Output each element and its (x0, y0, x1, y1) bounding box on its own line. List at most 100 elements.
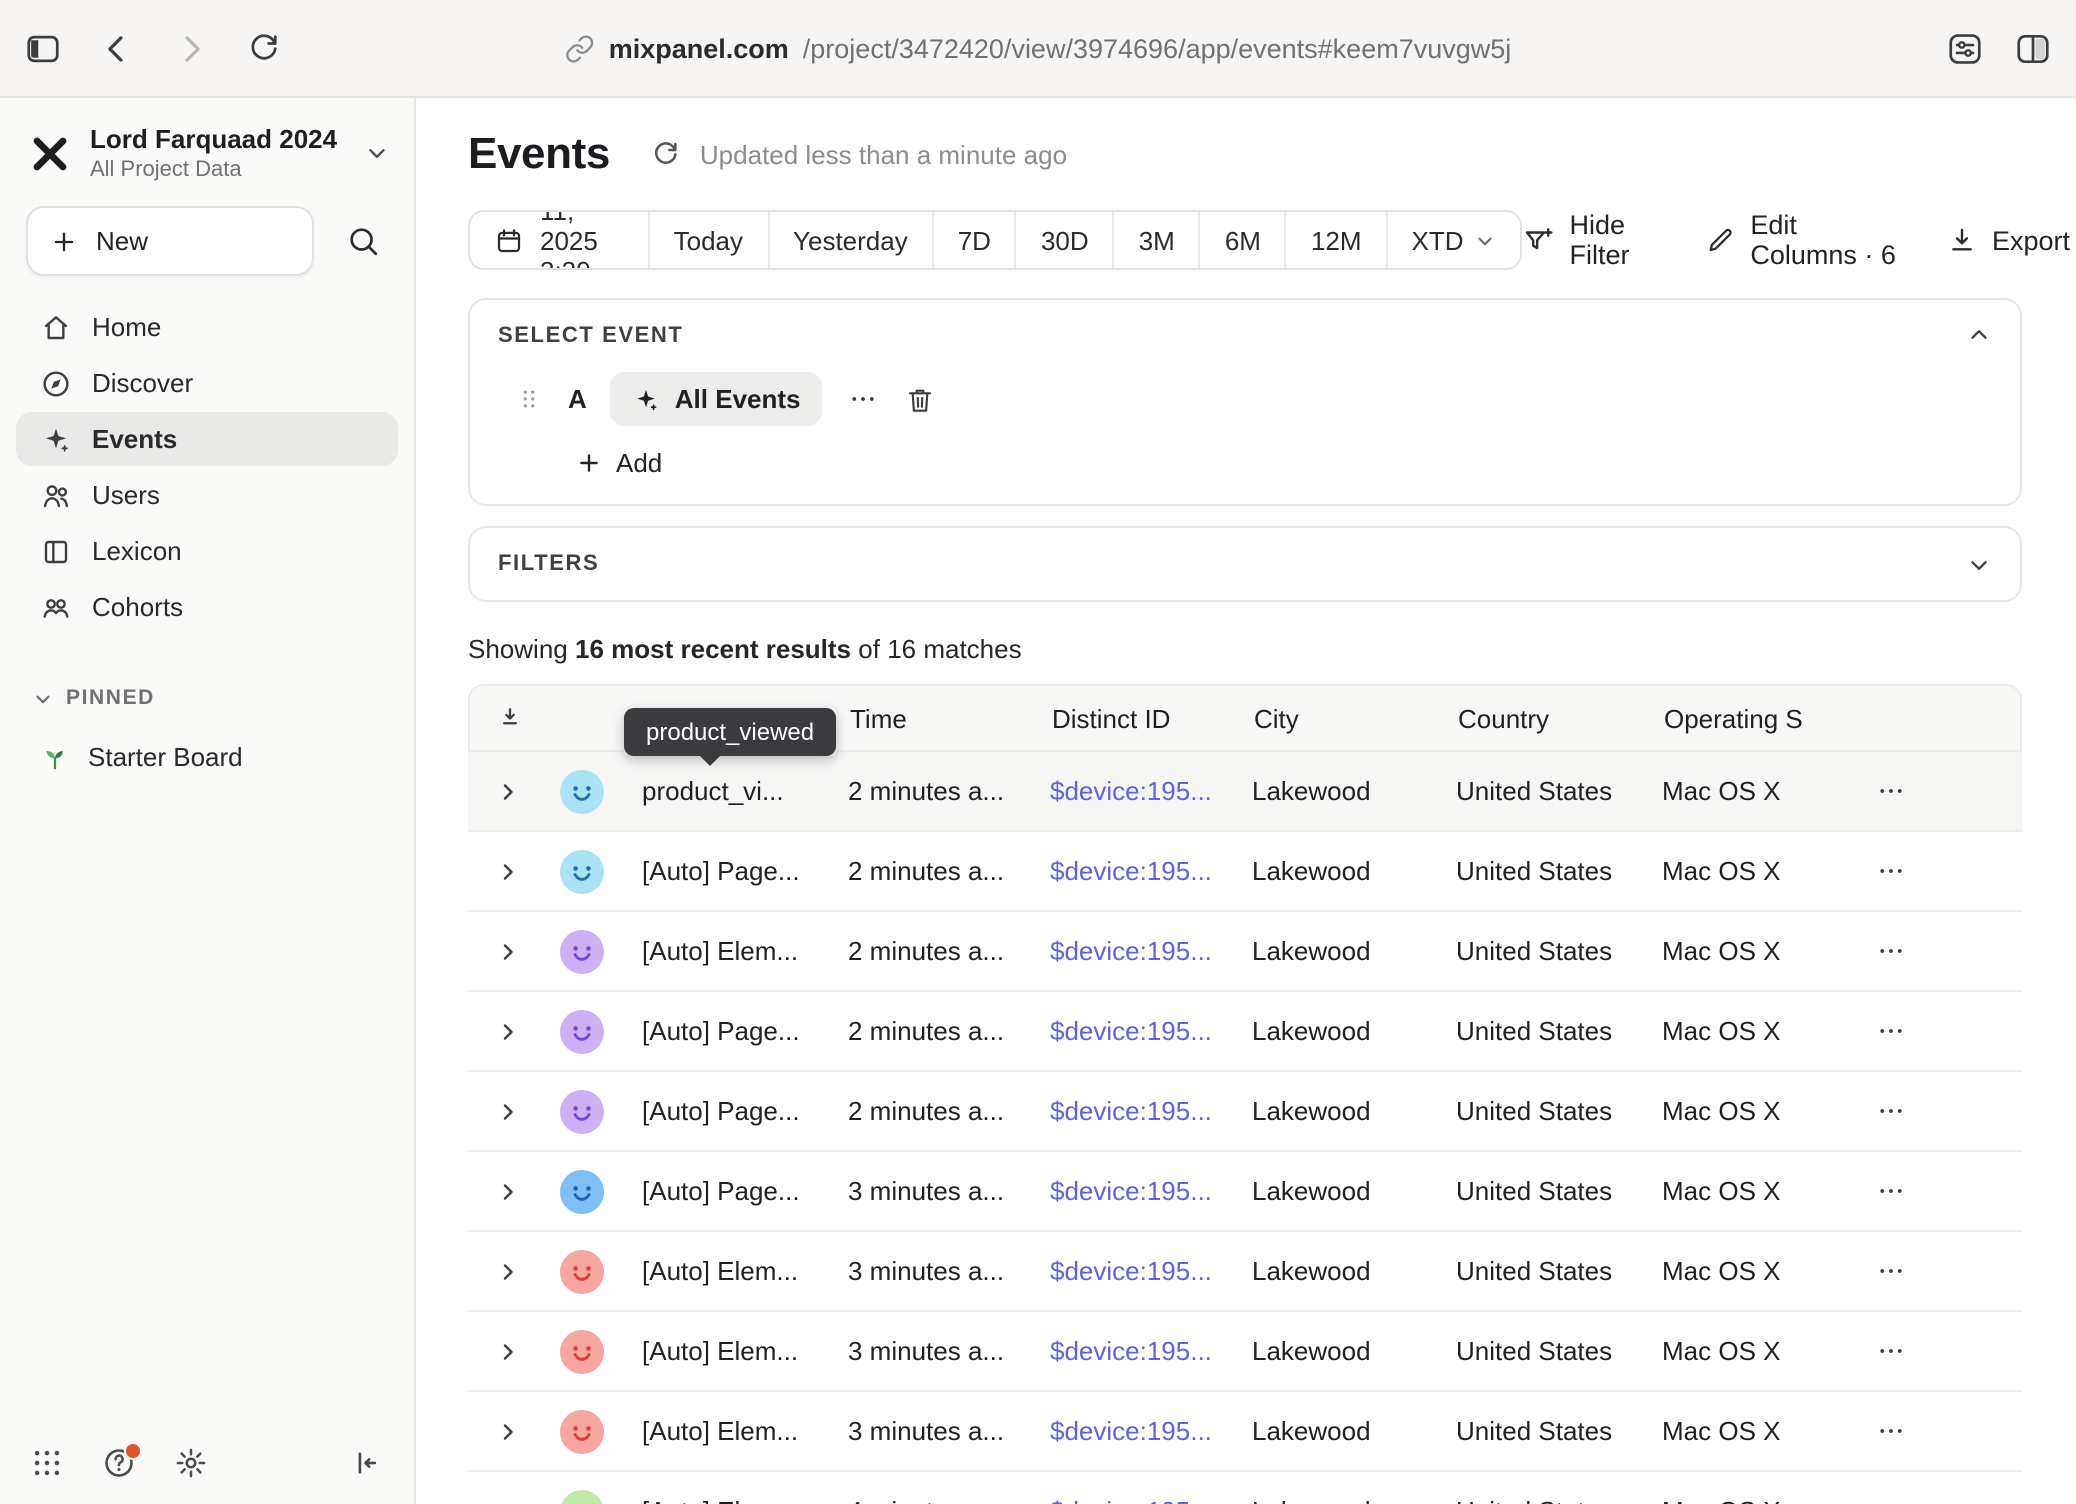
row-actions-button[interactable] (1876, 1176, 1906, 1206)
sidebar-item-cohorts[interactable]: Cohorts (16, 580, 398, 634)
row-actions-button[interactable] (1876, 936, 1906, 966)
apps-grid-icon[interactable] (30, 1445, 64, 1479)
distinct-id-link[interactable]: $device:195... (1024, 1336, 1226, 1366)
event-name[interactable]: [Auto] Page... (616, 1176, 822, 1206)
sidebar-item-discover[interactable]: Discover (16, 356, 398, 410)
distinct-id-link[interactable]: $device:195... (1024, 1416, 1226, 1446)
add-event-button[interactable]: Add (576, 448, 1992, 478)
sidebar-item-lexicon[interactable]: Lexicon (16, 524, 398, 578)
range-12m[interactable]: 12M (1285, 212, 1386, 268)
table-row[interactable]: [Auto] Page... 2 minutes a... $device:19… (468, 1072, 2022, 1152)
row-actions-button[interactable] (1876, 1416, 1906, 1446)
event-name[interactable]: [Auto] Elem... (616, 936, 822, 966)
table-row[interactable]: [Auto] Page... 2 minutes a... $device:19… (468, 992, 2022, 1072)
range-30d[interactable]: 30D (1015, 212, 1113, 268)
table-row[interactable]: [Auto] Page... 3 minutes a... $device:19… (468, 1152, 2022, 1232)
chevron-right-icon[interactable] (496, 1339, 520, 1363)
filters-title: FILTERS (498, 552, 599, 576)
row-actions-button[interactable] (1876, 1256, 1906, 1286)
table-row[interactable]: [Auto] Page... 2 minutes a... $device:19… (468, 832, 2022, 912)
back-icon[interactable] (98, 29, 136, 67)
row-actions-button[interactable] (1876, 1496, 1906, 1504)
row-actions-button[interactable] (1876, 856, 1906, 886)
event-name[interactable]: [Auto] Elem... (616, 1416, 822, 1446)
row-actions-button[interactable] (1876, 1016, 1906, 1046)
chevron-right-icon[interactable] (496, 1099, 520, 1123)
drag-handle-icon[interactable] (514, 384, 544, 414)
new-button[interactable]: New (26, 206, 314, 276)
event-time: 2 minutes a... (822, 776, 1024, 806)
chevron-right-icon[interactable] (496, 859, 520, 883)
row-actions-button[interactable] (1876, 1096, 1906, 1126)
chevron-down-icon[interactable] (1966, 551, 1992, 577)
event-name[interactable]: [Auto] Page... (616, 1016, 822, 1046)
column-header-city[interactable]: City (1228, 703, 1432, 733)
chevron-right-icon[interactable] (496, 939, 520, 963)
sidebar-item-users[interactable]: Users (16, 468, 398, 522)
spark-icon (633, 385, 661, 413)
chevron-right-icon[interactable] (496, 1419, 520, 1443)
table-row[interactable]: [Auto] Elem... 2 minutes a... $device:19… (468, 912, 2022, 992)
pinned-section-header[interactable]: PINNED (16, 686, 398, 710)
reload-icon[interactable] (246, 30, 282, 66)
project-switcher[interactable]: Lord Farquaad 2024 All Project Data (0, 98, 414, 198)
distinct-id-link[interactable]: $device:195... (1024, 1496, 1226, 1504)
distinct-id-link[interactable]: $device:195... (1024, 1176, 1226, 1206)
sidebar-item-starter-board[interactable]: Starter Board (16, 730, 398, 784)
column-header-country[interactable]: Country (1432, 703, 1638, 733)
table-row[interactable]: [Auto] Elem... 4 minutes a... $device:19… (468, 1472, 2022, 1504)
event-name[interactable]: [Auto] Page... (616, 856, 822, 886)
sidebar-toggle-icon[interactable] (24, 29, 62, 67)
row-actions-button[interactable] (1876, 776, 1906, 806)
chevron-up-icon[interactable] (1966, 322, 1992, 348)
range-3m[interactable]: 3M (1113, 212, 1199, 268)
event-selector-chip[interactable]: All Events (611, 372, 823, 426)
sidebar-item-events[interactable]: Events (16, 412, 398, 466)
event-name[interactable]: product_vi... (616, 776, 822, 806)
chevron-right-icon[interactable] (496, 1259, 520, 1283)
collapse-sidebar-icon[interactable] (350, 1445, 384, 1479)
refresh-icon[interactable] (650, 138, 682, 170)
column-header-os[interactable]: Operating S (1638, 703, 1862, 733)
address-bar[interactable]: mixpanel.com/project/3472420/view/397469… (565, 0, 1512, 96)
distinct-id-link[interactable]: $device:195... (1024, 936, 1226, 966)
sidebar-item-home[interactable]: Home (16, 300, 398, 354)
gear-icon[interactable] (174, 1445, 208, 1479)
distinct-id-link[interactable]: $device:195... (1024, 1096, 1226, 1126)
range-today[interactable]: Today (648, 212, 767, 268)
chevron-right-icon[interactable] (496, 1019, 520, 1043)
hide-filter-button[interactable]: Hide Filter (1522, 210, 1657, 270)
range-yesterday[interactable]: Yesterday (767, 212, 932, 268)
table-row[interactable]: [Auto] Elem... 3 minutes a... $device:19… (468, 1392, 2022, 1472)
range-6m[interactable]: 6M (1199, 212, 1285, 268)
edit-columns-button[interactable]: Edit Columns · 6 (1704, 210, 1898, 270)
chevron-right-icon[interactable] (496, 779, 520, 803)
event-options-button[interactable] (849, 384, 879, 414)
collapse-rows-icon[interactable] (496, 704, 524, 732)
chevron-right-icon[interactable] (496, 1499, 520, 1504)
column-header-distinct-id[interactable]: Distinct ID (1026, 703, 1228, 733)
distinct-id-link[interactable]: $device:195... (1024, 1016, 1226, 1046)
event-name[interactable]: [Auto] Elem... (616, 1496, 822, 1504)
distinct-id-link[interactable]: $device:195... (1024, 1256, 1226, 1286)
table-row[interactable]: [Auto] Elem... 3 minutes a... $device:19… (468, 1232, 2022, 1312)
trash-icon[interactable] (905, 383, 937, 415)
page-settings-icon[interactable] (1946, 29, 1984, 67)
forward-icon[interactable] (172, 29, 210, 67)
event-name[interactable]: [Auto] Elem... (616, 1336, 822, 1366)
column-header-time[interactable]: Time (824, 703, 1026, 733)
date-picker-button[interactable]: Mar 11, 2025 3:30 pm (470, 212, 648, 268)
distinct-id-link[interactable]: $device:195... (1024, 776, 1226, 806)
search-button[interactable] (330, 209, 394, 273)
range-7d[interactable]: 7D (932, 212, 1015, 268)
export-button[interactable]: Export (1946, 224, 2070, 256)
row-actions-button[interactable] (1876, 1336, 1906, 1366)
split-view-icon[interactable] (2014, 29, 2052, 67)
event-name[interactable]: [Auto] Page... (616, 1096, 822, 1126)
distinct-id-link[interactable]: $device:195... (1024, 856, 1226, 886)
event-country: United States (1430, 776, 1636, 806)
table-row[interactable]: [Auto] Elem... 3 minutes a... $device:19… (468, 1312, 2022, 1392)
event-name[interactable]: [Auto] Elem... (616, 1256, 822, 1286)
chevron-right-icon[interactable] (496, 1179, 520, 1203)
range-xtd[interactable]: XTD (1386, 212, 1520, 268)
